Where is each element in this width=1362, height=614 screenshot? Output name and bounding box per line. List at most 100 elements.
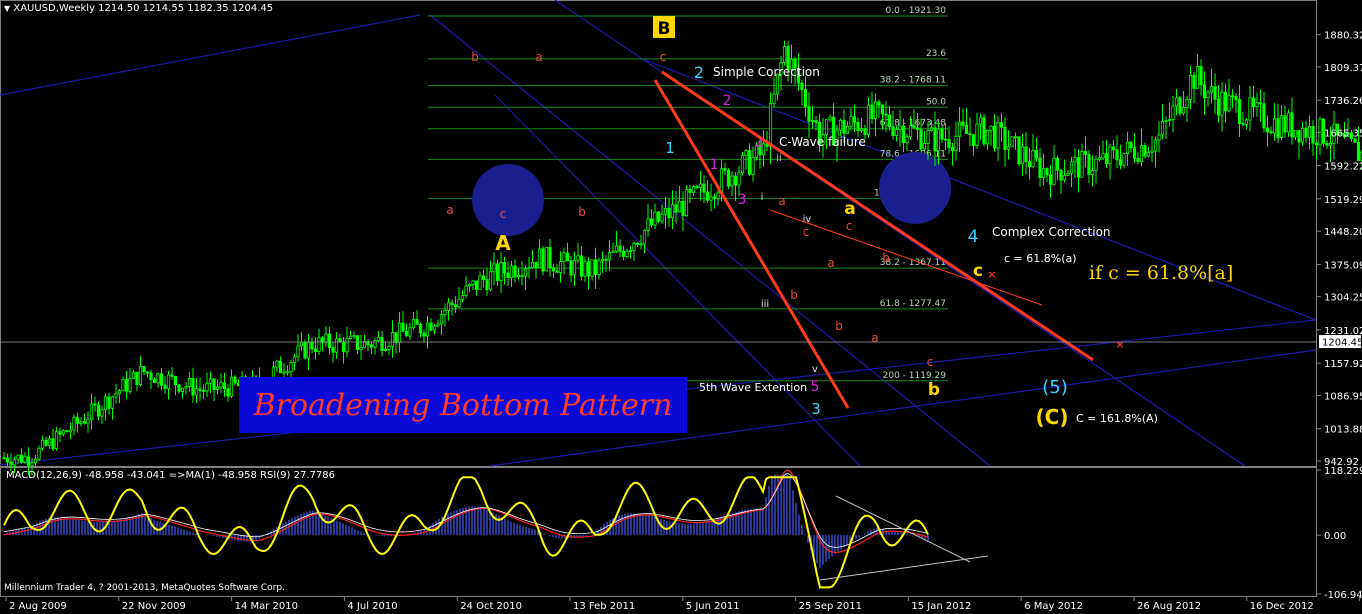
candle-body [999, 122, 1004, 128]
candle-body [376, 336, 381, 341]
candle-body [198, 388, 202, 391]
candle-body [1276, 118, 1280, 138]
candle-body [212, 378, 216, 390]
candle-body [516, 275, 521, 278]
candle-body [191, 377, 195, 396]
candle-body [933, 127, 937, 152]
candle-body [275, 360, 279, 368]
candle-body [61, 430, 66, 435]
candle-body [898, 125, 902, 130]
pattern-title-box: Broadening Bottom Pattern [239, 377, 687, 433]
candle-body [873, 101, 878, 120]
candle-body [849, 116, 853, 127]
candle-body [1066, 173, 1070, 176]
candle-body [961, 121, 965, 126]
candle-body [1143, 144, 1147, 157]
candle-body [86, 419, 90, 424]
candle-body [691, 186, 696, 193]
candle-body [429, 322, 433, 331]
annotation-c-ratio: c = 61.8%(a) [1004, 252, 1077, 265]
candle-body [541, 248, 545, 272]
candle-body [842, 119, 846, 134]
fib-label: 23.6 [926, 49, 946, 59]
candle-body [205, 382, 209, 392]
candle-body [436, 323, 440, 327]
candle-body [184, 386, 188, 389]
price-tick-label: 1880.32 [1324, 31, 1362, 42]
candle-body [485, 279, 489, 291]
indicator-tick-label: 0.00 [1324, 531, 1346, 542]
candle-body [387, 346, 391, 350]
candle-body [712, 196, 717, 199]
candle-body [1192, 75, 1196, 89]
candle-body [327, 333, 332, 349]
candle-body [593, 259, 598, 276]
candle-body [667, 207, 671, 219]
candle-body [1048, 174, 1053, 185]
candle-body [317, 337, 321, 352]
candle-body [618, 245, 622, 252]
candle-body [1195, 66, 1200, 89]
candle-body [1041, 168, 1046, 178]
candle-body [1244, 119, 1249, 125]
candle-body [520, 275, 524, 277]
candle-body [345, 338, 349, 353]
candle-body [1132, 147, 1137, 159]
candle-body [159, 373, 164, 386]
candle-body [688, 188, 692, 193]
candle-body [40, 439, 45, 449]
candle-body [915, 127, 920, 130]
candle-body [1251, 97, 1256, 108]
candle-body [1209, 86, 1214, 93]
candle-body [1269, 131, 1273, 134]
candle-body [1262, 103, 1266, 129]
price-tick-label: 1086.95 [1324, 391, 1362, 402]
candle-body [1055, 157, 1060, 171]
price-tick-label: 1304.25 [1324, 293, 1362, 304]
date-tick-label: 13 Feb 2011 [573, 601, 635, 612]
candle-body [131, 371, 136, 379]
candle-body [313, 348, 318, 352]
candle-body [121, 379, 125, 392]
candle-body [1171, 105, 1175, 120]
candle-body [1080, 151, 1084, 178]
candle-body [1311, 125, 1315, 144]
candle-body [380, 336, 384, 351]
candle-body [51, 438, 55, 449]
dropdown-arrow-icon[interactable]: ▼ [4, 4, 10, 13]
candle-body [44, 439, 48, 446]
candle-body [908, 125, 913, 138]
candle-body [1136, 157, 1140, 162]
candle-body [866, 104, 871, 136]
candle-body [156, 373, 160, 383]
candle-body [163, 384, 167, 389]
candle-body [292, 356, 297, 363]
candle-body [863, 128, 867, 136]
candle-body [390, 332, 395, 347]
candle-body [415, 319, 419, 325]
wave-label: a [844, 199, 855, 219]
candle-body [1104, 153, 1109, 164]
indicator-tick-label: -106.949 [1324, 590, 1362, 601]
wave-label: b [471, 50, 479, 64]
candle-body [653, 211, 657, 226]
candle-body [65, 430, 69, 433]
candle-body [702, 183, 706, 193]
date-tick-label: 25 Sep 2011 [799, 601, 862, 612]
candle-body [103, 396, 108, 411]
candle-body [968, 133, 972, 136]
candle-body [537, 248, 542, 268]
candle-body [418, 323, 423, 334]
candle-body [1255, 102, 1259, 108]
candle-body [450, 302, 454, 306]
candle-body [698, 183, 703, 188]
price-chart[interactable]: 0.0 - 1921.30 23.6 38.2 - 1768.11 50.0 61.8 … [0, 0, 1362, 614]
candle-body [338, 338, 342, 343]
candle-body [684, 188, 689, 217]
annotation-c-wave-failure: C-Wave failure [779, 135, 866, 149]
candle-body [1248, 97, 1252, 121]
candle-body [23, 456, 27, 463]
wave-label: b [928, 380, 940, 400]
wave-label: b [578, 205, 586, 219]
candle-body [824, 119, 829, 136]
